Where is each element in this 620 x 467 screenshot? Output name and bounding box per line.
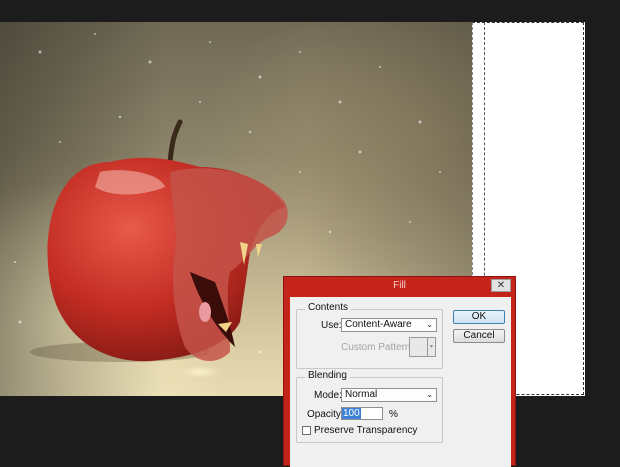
chevron-down-icon: ⌄	[426, 390, 433, 399]
dialog-body: Contents Use: Content-Aware ⌄ Custom Pat…	[290, 297, 511, 467]
use-label: Use:	[321, 320, 342, 331]
contents-group: Contents Use: Content-Aware ⌄ Custom Pat…	[296, 302, 443, 369]
use-select[interactable]: Content-Aware ⌄	[341, 318, 437, 332]
cancel-button[interactable]: Cancel	[453, 329, 505, 343]
blending-legend: Blending	[305, 370, 350, 381]
opacity-label: Opacity:	[307, 409, 344, 420]
chevron-down-icon: ▾	[427, 338, 435, 356]
mode-label: Mode:	[314, 390, 342, 401]
fill-dialog: Fill ✕ Contents Use: Content-Aware ⌄ Cus…	[283, 276, 516, 467]
preserve-transparency-label[interactable]: Preserve Transparency	[314, 425, 417, 436]
close-icon: ✕	[496, 280, 506, 291]
dialog-titlebar[interactable]: Fill ✕	[284, 277, 515, 295]
dialog-title: Fill	[393, 280, 406, 291]
preserve-transparency-checkbox[interactable]	[302, 426, 311, 435]
ok-button[interactable]: OK	[453, 310, 505, 324]
close-button[interactable]: ✕	[491, 279, 511, 292]
use-select-value: Content-Aware	[345, 319, 412, 330]
mode-select-value: Normal	[345, 389, 378, 400]
chevron-down-icon: ⌄	[426, 320, 433, 329]
opacity-input[interactable]: 100	[341, 407, 383, 420]
contents-legend: Contents	[305, 302, 352, 313]
blending-group: Blending Mode: Normal ⌄ Opacity: 100 % P…	[296, 370, 443, 443]
opacity-unit: %	[389, 409, 398, 420]
custom-pattern-picker[interactable]: ▾	[409, 337, 436, 357]
custom-pattern-label: Custom Pattern:	[341, 342, 414, 353]
mode-select[interactable]: Normal ⌄	[341, 388, 437, 402]
opacity-value: 100	[342, 408, 361, 419]
